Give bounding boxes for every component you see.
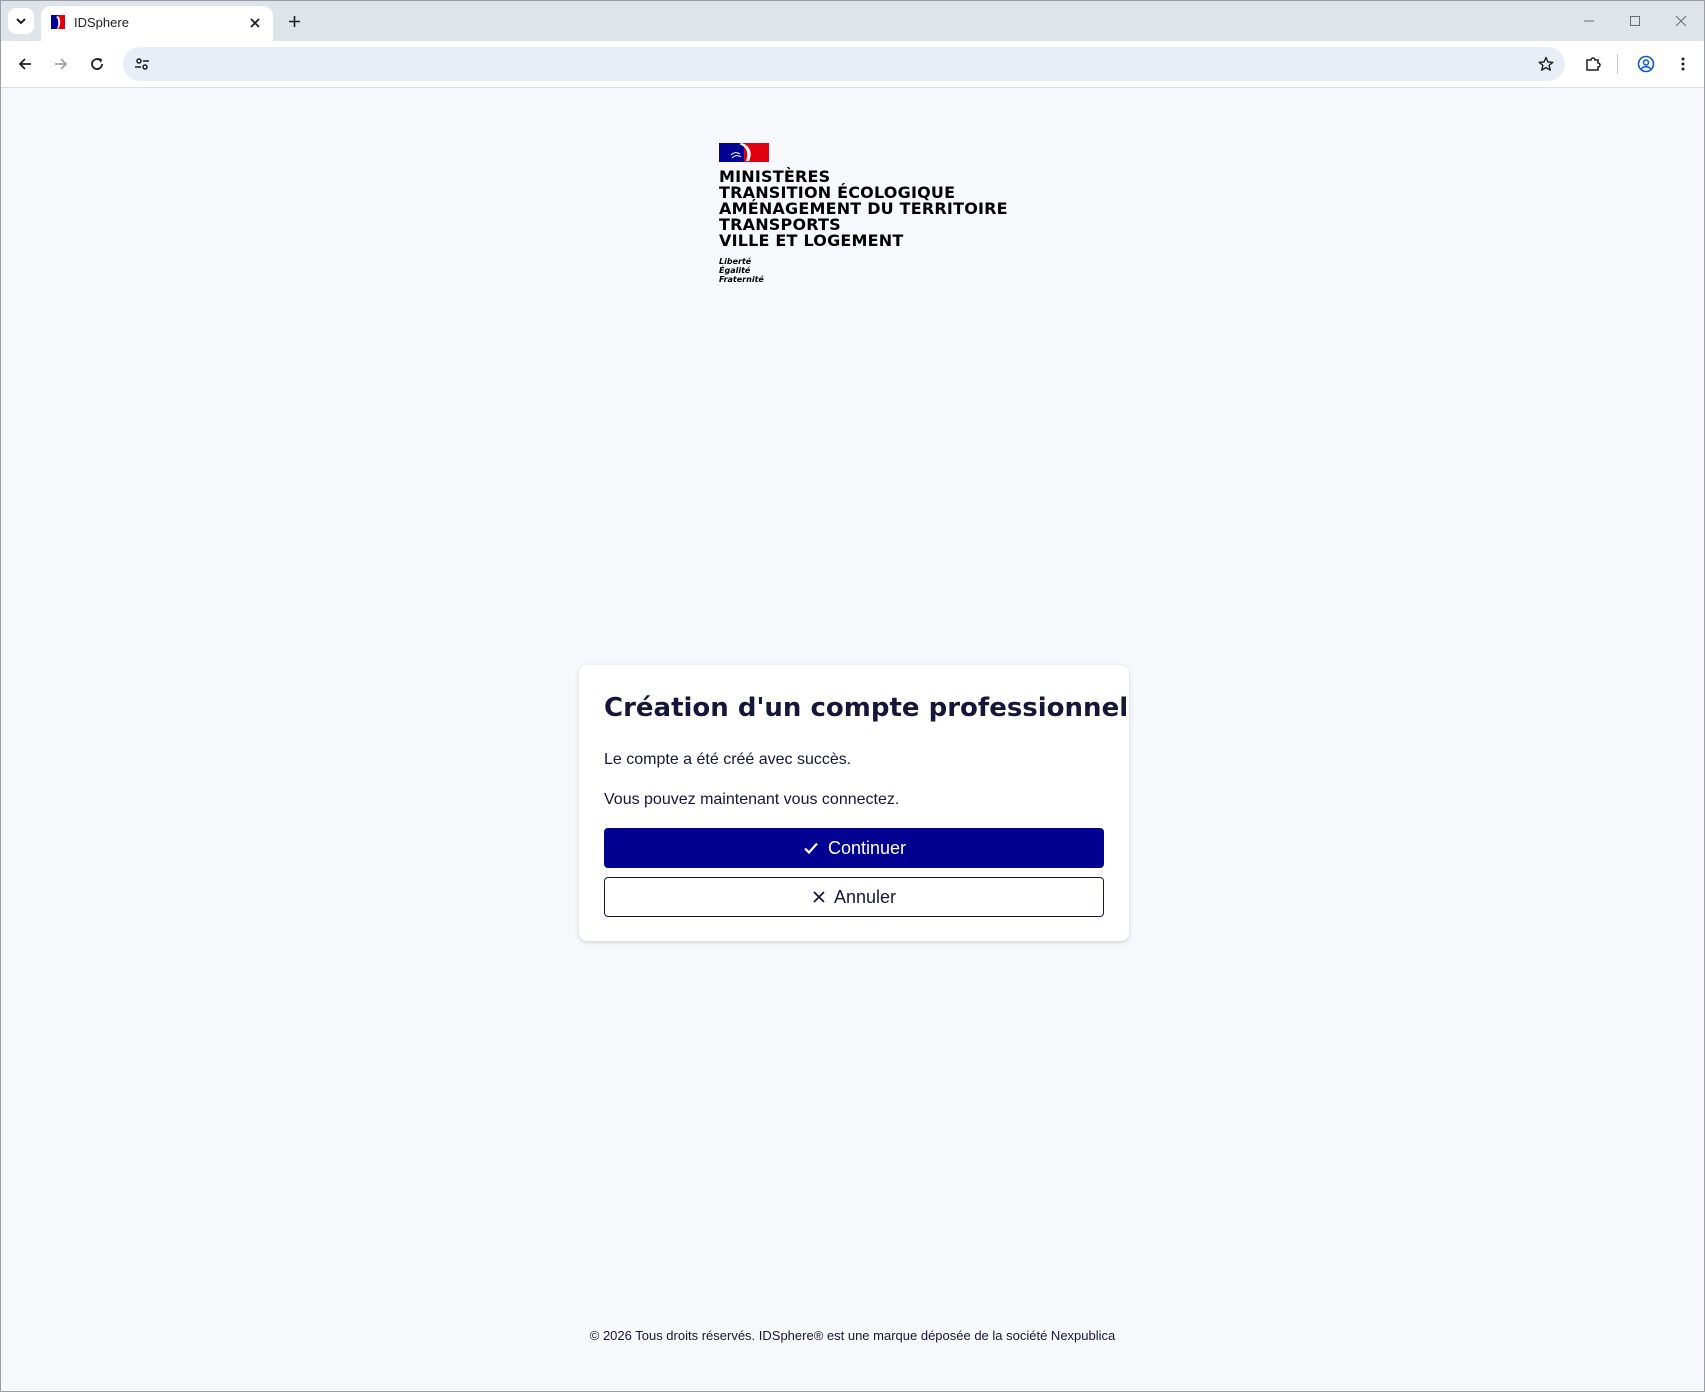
ministry-name: MINISTÈRES TRANSITION ÉCOLOGIQUE AMÉNAGE… <box>719 169 1039 249</box>
browser-toolbar <box>1 41 1704 88</box>
marianne-flag-icon <box>719 143 769 162</box>
back-button[interactable] <box>12 51 38 77</box>
close-icon <box>1675 15 1687 27</box>
footer-copyright: © 2026 Tous droits réservés. IDSphere® e… <box>589 1328 1116 1343</box>
profile-button[interactable] <box>1633 51 1659 77</box>
reload-icon <box>91 58 103 70</box>
tune-icon <box>135 58 149 70</box>
browser-window: IDSphere MINISTÈRES TRANSITION ÉCOLOGIQU… <box>0 0 1705 1392</box>
account-created-card: Création d'un compte professionnel Le co… <box>579 665 1129 941</box>
tab-search-button[interactable] <box>8 8 34 34</box>
chevron-down-icon <box>16 18 26 25</box>
republic-motto: Liberté Égalité Fraternité <box>719 257 764 284</box>
account-icon <box>1637 55 1655 73</box>
cancel-button[interactable]: Annuler <box>604 877 1104 917</box>
plus-icon <box>288 15 300 27</box>
site-info-button[interactable] <box>131 53 153 75</box>
extensions-button[interactable] <box>1580 51 1606 77</box>
arrow-left-icon <box>18 58 31 70</box>
star-icon <box>1538 56 1554 71</box>
continue-button[interactable]: Continuer <box>604 828 1104 868</box>
maximize-icon <box>1630 16 1640 26</box>
check-icon <box>804 842 818 855</box>
continue-label: Continuer <box>827 837 907 858</box>
tab-strip: IDSphere <box>1 1 1704 41</box>
motto-line: Fraternité <box>719 275 764 284</box>
new-tab-button[interactable] <box>283 10 305 32</box>
tab-title: IDSphere <box>74 15 129 30</box>
address-bar[interactable] <box>123 47 1565 81</box>
minimize-button[interactable] <box>1579 11 1599 31</box>
page-title: Création d'un compte professionnel <box>604 693 1129 723</box>
success-message: Le compte a été créé avec succès. <box>604 751 852 768</box>
browser-menu-button[interactable] <box>1670 51 1696 77</box>
close-icon <box>250 18 260 28</box>
login-hint-message: Vous pouvez maintenant vous connectez. <box>604 791 900 808</box>
motto-line: Liberté <box>719 257 752 266</box>
minimize-icon <box>1584 20 1594 22</box>
maximize-button[interactable] <box>1625 11 1645 31</box>
toolbar-separator <box>1617 54 1618 74</box>
close-window-button[interactable] <box>1671 11 1691 31</box>
tab-idsphere[interactable]: IDSphere <box>41 6 273 41</box>
logo-line: VILLE ET LOGEMENT <box>719 231 904 250</box>
reload-button[interactable] <box>84 51 110 77</box>
forward-button[interactable] <box>48 51 74 77</box>
marianne-favicon-icon <box>51 15 65 29</box>
close-icon <box>813 891 825 903</box>
cancel-label: Annuler <box>833 886 897 907</box>
puzzle-icon <box>1586 57 1601 71</box>
more-vert-icon <box>1681 57 1685 71</box>
motto-line: Égalité <box>719 266 751 275</box>
tab-close-button[interactable] <box>245 13 265 33</box>
bookmark-button[interactable] <box>1535 53 1557 75</box>
arrow-right-icon <box>55 58 68 70</box>
